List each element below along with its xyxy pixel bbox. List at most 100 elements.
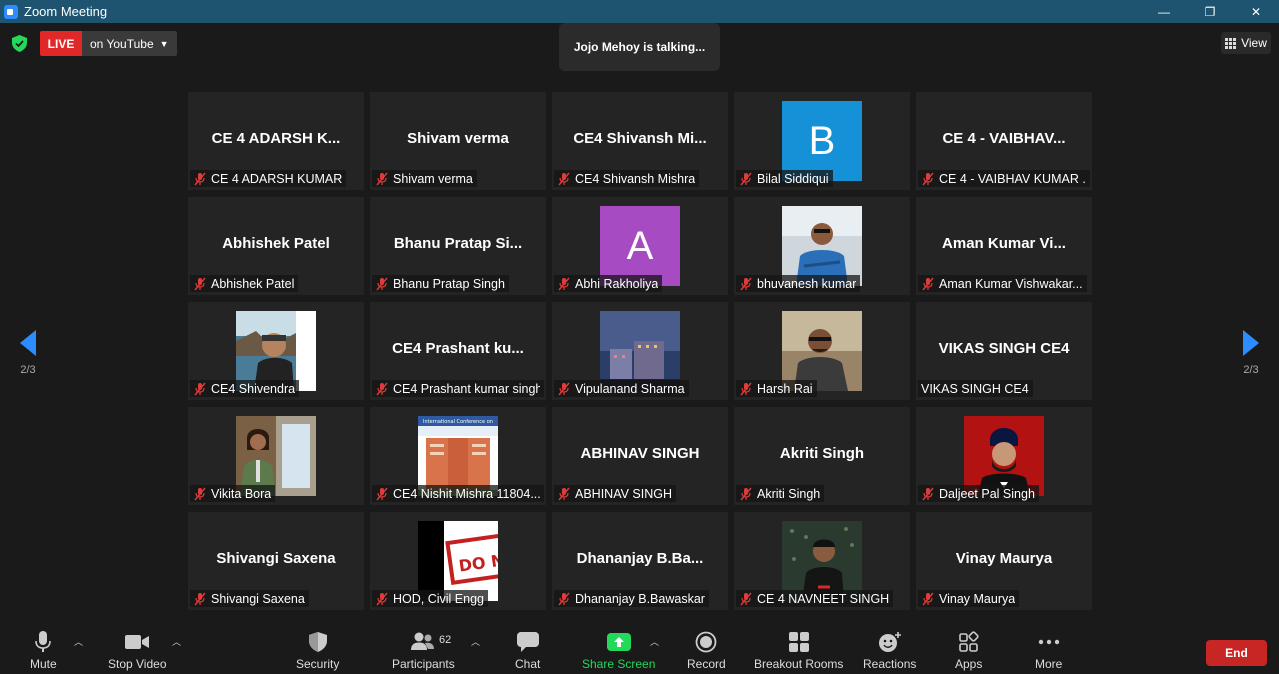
- muted-mic-icon: [193, 172, 207, 186]
- stop-video-button[interactable]: Stop Video: [108, 631, 167, 671]
- participant-name: Abhishek Patel: [211, 276, 295, 291]
- participant-nameplate: CE4 Shivendra: [190, 380, 300, 397]
- participant-tile[interactable]: CE4 Shivendra: [188, 302, 364, 400]
- participant-tile[interactable]: Shivangi Saxena Shivangi Saxena: [188, 512, 364, 610]
- apps-icon: [958, 631, 979, 652]
- participants-label: Participants: [392, 657, 455, 671]
- next-page-button[interactable]: 2/3: [1226, 313, 1276, 393]
- caret-down-icon[interactable]: ▼: [160, 39, 169, 49]
- participant-profile-photo: International Conference on: [418, 416, 498, 496]
- participant-display-name: Bhanu Pratap Si...: [393, 235, 523, 252]
- muted-mic-icon: [375, 382, 389, 396]
- muted-mic-icon: [375, 277, 389, 291]
- participant-tile[interactable]: bhuvanesh kumar: [734, 197, 910, 295]
- muted-mic-icon: [557, 592, 571, 606]
- live-stream-indicator[interactable]: LIVE on YouTube ▼: [40, 31, 177, 56]
- participant-profile-photo: DO N: [418, 521, 498, 601]
- more-dots-icon: [1038, 639, 1059, 645]
- participant-tile[interactable]: Dhananjay B.Ba... Dhananjay B.Bawaskar: [552, 512, 728, 610]
- muted-mic-icon: [375, 592, 389, 606]
- participant-tile[interactable]: Shivam verma Shivam verma: [370, 92, 546, 190]
- participant-tile[interactable]: CE 4 NAVNEET SINGH: [734, 512, 910, 610]
- microphone-icon: [35, 631, 52, 652]
- title-bar: Zoom Meeting — ❐ ✕: [0, 0, 1279, 23]
- participant-gallery: CE 4 ADARSH K... CE 4 ADARSH KUMAR Shivam …: [188, 92, 1092, 610]
- participant-display-name: CE 4 ADARSH K...: [211, 130, 341, 147]
- share-options-caret-icon[interactable]: ︿: [650, 635, 659, 648]
- participant-tile[interactable]: DO N HOD, Civil Engg: [370, 512, 546, 610]
- participant-nameplate: CE4 Shivansh Mishra: [554, 170, 700, 187]
- participant-profile-photo: [236, 416, 316, 496]
- security-label: Security: [296, 657, 340, 671]
- participant-tile[interactable]: CE 4 - VAIBHAV... CE 4 - VAIBHAV KUMAR ..…: [916, 92, 1092, 190]
- participant-display-name: Abhishek Patel: [222, 235, 330, 252]
- participant-tile[interactable]: CE4 Prashant ku... CE4 Prashant kumar sin…: [370, 302, 546, 400]
- participant-display-name: CE 4 - VAIBHAV...: [942, 130, 1066, 147]
- maximize-button[interactable]: ❐: [1187, 0, 1233, 23]
- muted-mic-icon: [193, 592, 207, 606]
- window-title: Zoom Meeting: [24, 4, 108, 19]
- participant-tile[interactable]: ABHINAV SINGH ABHINAV SINGH: [552, 407, 728, 505]
- previous-page-button[interactable]: 2/3: [3, 313, 53, 393]
- participant-nameplate: CE 4 NAVNEET SINGH: [736, 590, 894, 607]
- view-button[interactable]: View: [1221, 32, 1271, 54]
- participant-nameplate: VIKAS SINGH CE4: [918, 380, 1033, 397]
- video-options-caret-icon[interactable]: ︿: [172, 635, 181, 648]
- chat-button[interactable]: Chat: [515, 631, 540, 671]
- participants-options-caret-icon[interactable]: ︿: [471, 635, 480, 648]
- participant-name: HOD, Civil Engg: [393, 591, 484, 606]
- participant-name: Akriti Singh: [757, 486, 821, 501]
- muted-mic-icon: [739, 382, 753, 396]
- audio-options-caret-icon[interactable]: ︿: [74, 635, 83, 648]
- emoji-reaction-icon: [878, 632, 901, 652]
- record-label: Record: [687, 657, 726, 671]
- participant-nameplate: Daljeet Pal Singh: [918, 485, 1039, 502]
- security-button[interactable]: Security: [296, 631, 339, 671]
- share-screen-label: Share Screen: [582, 657, 656, 671]
- breakout-rooms-button[interactable]: Breakout Rooms: [754, 631, 843, 671]
- participant-nameplate: Akriti Singh: [736, 485, 825, 502]
- muted-mic-icon: [375, 172, 389, 186]
- participant-tile[interactable]: CE 4 ADARSH K... CE 4 ADARSH KUMAR: [188, 92, 364, 190]
- more-button[interactable]: More: [1035, 631, 1062, 671]
- participant-tile[interactable]: Harsh Rai: [734, 302, 910, 400]
- muted-mic-icon: [193, 277, 207, 291]
- minimize-button[interactable]: —: [1141, 0, 1187, 23]
- participant-tile[interactable]: International Conference on CE4 Nishit Mi…: [370, 407, 546, 505]
- participant-name: VIKAS SINGH CE4: [921, 381, 1029, 396]
- participant-tile[interactable]: VIKAS SINGH CE4 VIKAS SINGH CE4: [916, 302, 1092, 400]
- participant-tile[interactable]: Akriti Singh Akriti Singh: [734, 407, 910, 505]
- participant-tile[interactable]: Bhanu Pratap Si... Bhanu Pratap Singh: [370, 197, 546, 295]
- participants-icon: [411, 632, 435, 650]
- apps-button[interactable]: Apps: [955, 631, 982, 671]
- participant-name: Bhanu Pratap Singh: [393, 276, 505, 291]
- close-button[interactable]: ✕: [1233, 0, 1279, 23]
- chat-bubble-icon: [516, 632, 539, 652]
- security-shield-icon: [308, 632, 327, 652]
- participant-name: Daljeet Pal Singh: [939, 486, 1035, 501]
- encryption-shield-icon[interactable]: [12, 35, 27, 52]
- participant-tile[interactable]: Aman Kumar Vi... Aman Kumar Vishwakar...: [916, 197, 1092, 295]
- participant-tile[interactable]: Vipulanand Sharma: [552, 302, 728, 400]
- reactions-button[interactable]: Reactions: [863, 631, 916, 671]
- participant-tile[interactable]: Vinay Maurya Vinay Maurya: [916, 512, 1092, 610]
- participant-tile[interactable]: Abhishek Patel Abhishek Patel: [188, 197, 364, 295]
- participant-tile[interactable]: Daljeet Pal Singh: [916, 407, 1092, 505]
- participant-display-name: ABHINAV SINGH: [580, 445, 700, 462]
- participant-nameplate: Dhananjay B.Bawaskar: [554, 590, 709, 607]
- muted-mic-icon: [921, 172, 935, 186]
- participant-name: Bilal Siddiqui: [757, 171, 829, 186]
- participant-tile[interactable]: CE4 Shivansh Mi... CE4 Shivansh Mishra: [552, 92, 728, 190]
- muted-mic-icon: [921, 592, 935, 606]
- mute-button[interactable]: Mute: [30, 631, 57, 671]
- share-screen-button[interactable]: Share Screen: [582, 631, 655, 671]
- muted-mic-icon: [375, 487, 389, 501]
- participant-nameplate: Vinay Maurya: [918, 590, 1020, 607]
- participant-profile-photo: [782, 206, 862, 286]
- end-meeting-button[interactable]: End: [1206, 640, 1267, 666]
- record-button[interactable]: Record: [687, 631, 726, 671]
- share-screen-icon: [606, 633, 631, 651]
- participant-tile[interactable]: A Abhi Rakholiya: [552, 197, 728, 295]
- participant-tile[interactable]: B Bilal Siddiqui: [734, 92, 910, 190]
- participant-tile[interactable]: Vikita Bora: [188, 407, 364, 505]
